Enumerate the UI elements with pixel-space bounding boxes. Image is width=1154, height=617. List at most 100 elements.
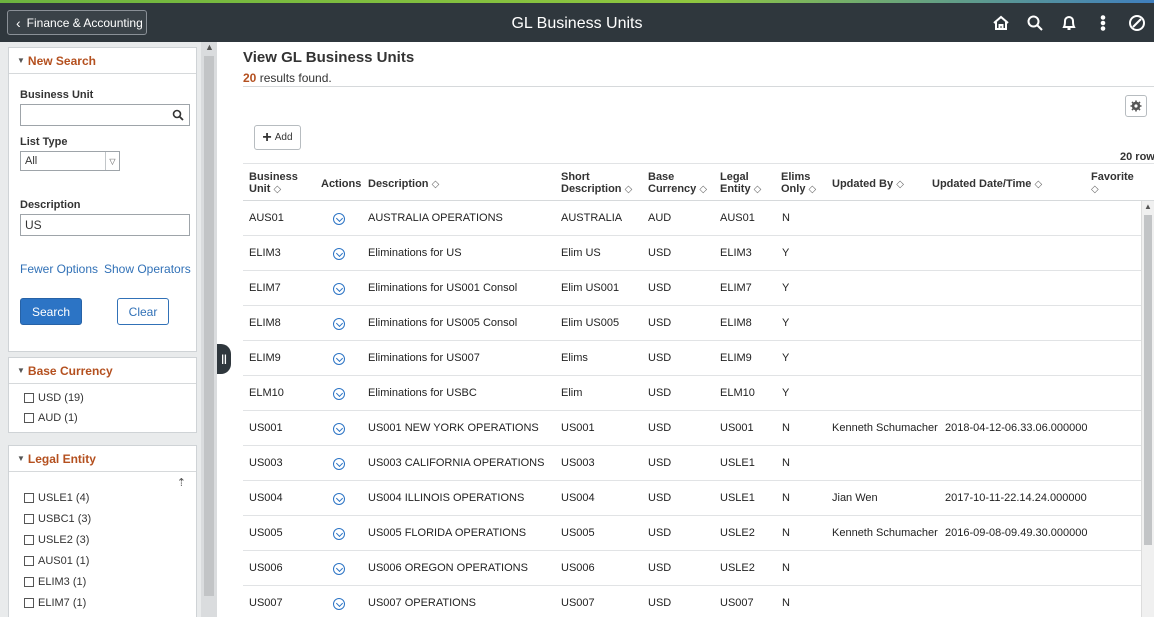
facet-checkbox-aus01[interactable]: AUS01 (1) [24, 555, 89, 567]
table-row[interactable]: ELIM7 Eliminations for US001 Consol Elim U… [243, 271, 1141, 306]
col-description[interactable]: Description ◇ [368, 178, 439, 191]
table-row[interactable]: AUS01 AUSTRALIA OPERATIONS AUSTRALIA AUD AUS… [243, 201, 1141, 236]
scrollbar-thumb[interactable] [204, 56, 214, 596]
row-actions-icon[interactable] [333, 248, 345, 260]
row-actions-icon[interactable] [333, 213, 345, 225]
search-button[interactable]: Search [20, 298, 82, 325]
table-row[interactable]: ELIM3 Eliminations for US Elim US USD ELIM3 Y [243, 236, 1141, 271]
home-icon[interactable] [984, 9, 1018, 37]
cell-description: Eliminations for USBC [368, 387, 477, 399]
cell-business-unit: ELIM9 [249, 352, 281, 364]
add-button-label: Add [274, 132, 293, 143]
row-actions-icon[interactable] [333, 423, 345, 435]
col-legal-entity[interactable]: Legal Entity ◇ [720, 171, 761, 196]
table-row[interactable]: ELIM8 Eliminations for US005 Consol Elim U… [243, 306, 1141, 341]
sort-icon: ◇ [753, 184, 762, 195]
bell-icon[interactable] [1052, 9, 1086, 37]
table-row[interactable]: US001 US001 NEW YORK OPERATIONS US001 USD US… [243, 411, 1141, 446]
facet-checkbox-usle1[interactable]: USLE1 (4) [24, 492, 89, 504]
back-button[interactable]: ‹ Finance & Accounting [7, 10, 147, 35]
base-currency-header[interactable]: ▼ Base Currency [9, 358, 196, 384]
table-row[interactable]: ELIM9 Eliminations for US007 Elims USD ELIM9… [243, 341, 1141, 376]
row-actions-icon[interactable] [333, 528, 345, 540]
list-type-value: All [25, 155, 38, 167]
add-button[interactable]: + Add [254, 125, 301, 150]
col-base-currency[interactable]: Base Currency ◇ [648, 171, 707, 196]
business-unit-input[interactable] [20, 104, 190, 126]
col-favorite[interactable]: Favorite ◇ [1091, 171, 1134, 196]
table-row[interactable]: US004 US004 ILLINOIS OPERATIONS US004 USD US… [243, 481, 1141, 516]
col-short-description[interactable]: Short Description ◇ [561, 171, 632, 196]
facet-label: AUD (1) [38, 412, 78, 424]
cell-elims-only: Y [782, 352, 790, 364]
facet-checkbox-elim3[interactable]: ELIM3 (1) [24, 576, 86, 588]
cell-business-unit: US004 [249, 492, 283, 504]
base-currency-heading: Base Currency [27, 363, 113, 378]
collapse-panel-handle[interactable]: || [217, 344, 231, 374]
nav-icon[interactable] [1120, 9, 1154, 37]
row-actions-icon[interactable] [333, 493, 345, 505]
legal-entity-header[interactable]: ▼ Legal Entity [9, 446, 196, 472]
row-actions-icon[interactable] [333, 598, 345, 610]
row-actions-icon[interactable] [333, 283, 345, 295]
cell-short-description: US001 [561, 422, 595, 434]
cell-legal-entity: US001 [720, 422, 754, 434]
fewer-options-link[interactable]: Fewer Options [20, 262, 98, 276]
row-count: 20 rows [1120, 151, 1154, 163]
new-search-box: ▼ New Search Business Unit List Type All… [8, 47, 197, 352]
row-actions-icon[interactable] [333, 563, 345, 575]
more-icon[interactable] [1086, 9, 1120, 37]
table-body: AUS01 AUSTRALIA OPERATIONS AUSTRALIA AUD AUS… [243, 201, 1141, 617]
header-text: Only [781, 183, 806, 195]
clear-button[interactable]: Clear [117, 298, 169, 325]
cell-base-currency: USD [648, 597, 672, 609]
cell-elims-only: Y [782, 247, 790, 259]
scroll-up-icon[interactable]: ▲ [1144, 202, 1152, 211]
cell-description: US006 OREGON OPERATIONS [368, 562, 528, 574]
cell-business-unit: ELIM3 [249, 247, 281, 259]
facet-checkbox-elim7[interactable]: ELIM7 (1) [24, 597, 86, 609]
table-header: Business Unit ◇ Actions Description ◇ Sho… [243, 163, 1154, 201]
header-text: Favorite [1091, 171, 1134, 183]
facet-checkbox-usle2[interactable]: USLE2 (3) [24, 534, 89, 546]
settings-button[interactable] [1125, 95, 1147, 117]
table-row[interactable]: US003 US003 CALIFORNIA OPERATIONS US003 USD… [243, 446, 1141, 481]
col-business-unit[interactable]: Business Unit ◇ [249, 171, 298, 196]
table-row[interactable]: US007 US007 OPERATIONS US007 USD US007 N [243, 586, 1141, 617]
scroll-up-icon[interactable]: ▲ [205, 42, 214, 52]
show-operators-link[interactable]: Show Operators [104, 262, 191, 276]
cell-short-description: US006 [561, 562, 595, 574]
facet-checkbox-usbc1[interactable]: USBC1 (3) [24, 513, 91, 525]
facet-checkbox-aud[interactable]: AUD (1) [24, 412, 78, 424]
sort-icon: ◇ [624, 184, 633, 195]
search-icon[interactable] [172, 109, 184, 121]
header-text: Entity [720, 183, 751, 195]
chevron-down-icon: ▽ [105, 152, 119, 170]
row-actions-icon[interactable] [333, 353, 345, 365]
row-actions-icon[interactable] [333, 388, 345, 400]
col-elims-only[interactable]: Elims Only ◇ [781, 171, 816, 196]
table-scrollbar[interactable]: ▲ [1141, 201, 1154, 617]
search-sidebar: ▼ New Search Business Unit List Type All… [0, 42, 217, 617]
scrollbar-thumb[interactable] [1144, 215, 1152, 545]
sidebar-scrollbar[interactable]: ▲ [201, 42, 217, 617]
table-row[interactable]: ELM10 Eliminations for USBC Elim USD ELM10 Y [243, 376, 1141, 411]
cell-description: Eliminations for US007 [368, 352, 480, 364]
row-actions-icon[interactable] [333, 458, 345, 470]
sort-icon[interactable]: ⇡ [177, 476, 186, 489]
cell-elims-only: N [782, 422, 790, 434]
table-row[interactable]: US005 US005 FLORIDA OPERATIONS US005 USD USL… [243, 516, 1141, 551]
search-icon[interactable] [1018, 9, 1052, 37]
cell-description: Eliminations for US001 Consol [368, 282, 518, 294]
cell-business-unit: US001 [249, 422, 283, 434]
col-updated-by[interactable]: Updated By ◇ [832, 178, 904, 191]
col-updated-date-time[interactable]: Updated Date/Time ◇ [932, 178, 1042, 191]
table-row[interactable]: US006 US006 OREGON OPERATIONS US006 USD USLE… [243, 551, 1141, 586]
checkbox-icon [24, 598, 34, 608]
cell-base-currency: USD [648, 457, 672, 469]
list-type-select[interactable]: All ▽ [20, 151, 120, 171]
description-input[interactable]: US [20, 214, 190, 236]
row-actions-icon[interactable] [333, 318, 345, 330]
new-search-header[interactable]: ▼ New Search [9, 48, 196, 74]
facet-checkbox-usd[interactable]: USD (19) [24, 392, 84, 404]
